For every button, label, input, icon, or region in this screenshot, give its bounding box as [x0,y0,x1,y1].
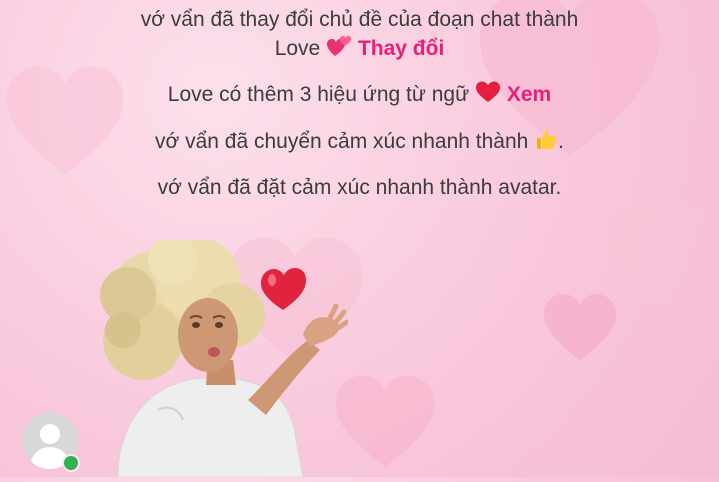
thumbs-up-icon [534,127,558,159]
avatar-sticker[interactable] [98,235,350,478]
word-effects-text: Love có thêm 3 hiệu ứng từ ngữ [167,83,470,106]
background-heart [600,200,719,320]
theme-name: Love [274,37,321,60]
view-effects-button[interactable]: Xem [507,83,551,106]
theme-change-message: vớ vẩn đã thay đổi chủ đề của đoạn chat … [0,6,719,66]
theme-change-line1: vớ vẩn đã thay đổi chủ đề của đoạn chat … [140,8,579,31]
background-heart [540,290,620,370]
red-heart-icon [475,80,501,112]
change-theme-button[interactable]: Thay đổi [358,37,444,60]
quick-reaction-text: vớ vẩn đã chuyển cảm xúc nhanh thành [154,130,529,153]
theme-change-line2: Love Thay đổi [0,34,719,66]
word-effects-message: Love có thêm 3 hiệu ứng từ ngữ Xem [0,80,719,112]
avatar-reaction-message: vớ vẩn đã đặt cảm xúc nhanh thành avatar… [0,174,719,202]
two-hearts-icon [326,34,352,66]
online-status-icon [62,454,80,472]
avatar-reaction-text: vớ vẩn đã đặt cảm xúc nhanh thành avatar… [157,176,562,199]
quick-reaction-message: vớ vẩn đã chuyển cảm xúc nhanh thành . [0,127,719,159]
quick-reaction-suffix: . [558,130,565,153]
